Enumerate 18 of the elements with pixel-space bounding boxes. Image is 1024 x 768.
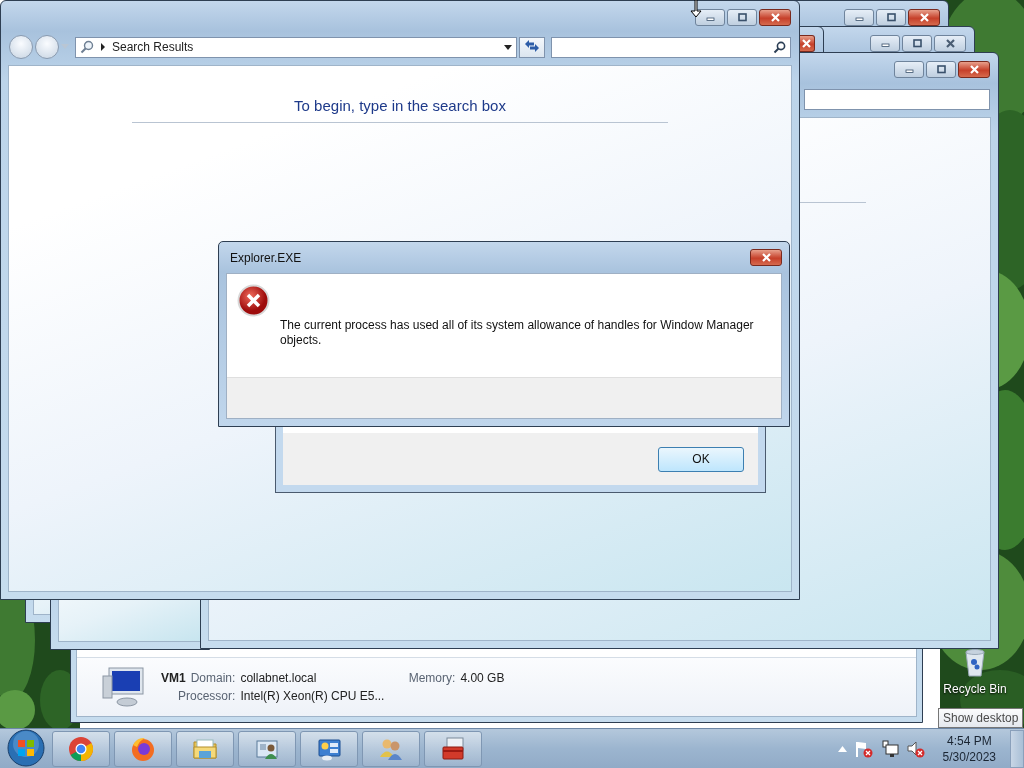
clock[interactable]: 4:54 PM 5/30/2023 [942,732,996,765]
dialog-title: Explorer.EXE [229,250,302,265]
clock-time[interactable]: 4:54 PM [946,732,992,749]
tooltip: Show desktop [938,708,1024,728]
clock-date[interactable]: 5/30/2023 [942,748,996,765]
detail-label: Domain: [190,671,236,685]
breadcrumb-item[interactable]: Search Results [112,40,498,54]
computer-name: VM1 [161,671,186,685]
ok-button[interactable]: OK [658,446,744,472]
detail-value: Intel(R) Xeon(R) CPU E5... [240,689,386,703]
detail-value: 4.00 GB [460,671,505,685]
detail-value: collabnet.local [240,671,318,685]
error-message: The current process has used all of its system allowance of handles for Window Manager objects. [280,318,755,349]
search-hint: To begin, type in the search box [294,97,506,114]
desktop-icon-label[interactable]: Recycle Bin [943,682,1007,696]
detail-label: Processor: [178,689,236,703]
address-bar[interactable]: Search Results [75,36,517,58]
detail-label: Memory: [408,671,456,685]
